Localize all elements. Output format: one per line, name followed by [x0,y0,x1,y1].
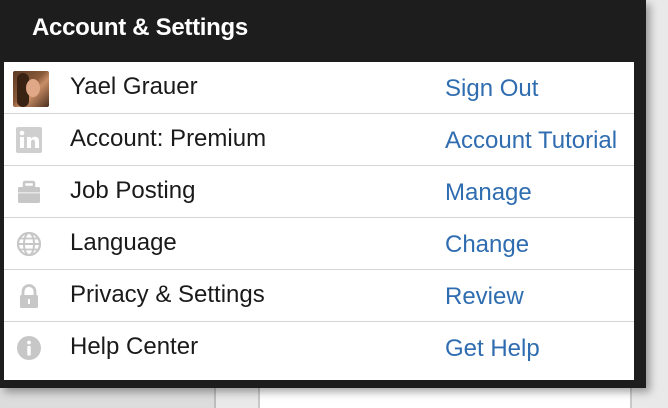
dropdown-menu: Yael Grauer Sign Out Account: Premium Ac… [4,62,634,380]
review-link[interactable]: Review [445,283,524,311]
menu-row-language: Language Change [4,218,634,270]
background-sidebar [0,388,214,408]
menu-row-job-posting: Job Posting Manage [4,166,634,218]
manage-link[interactable]: Manage [445,179,532,207]
help-center-label: Help Center [70,333,199,360]
globe-icon [16,231,42,257]
menu-row-privacy: Privacy & Settings Review [4,270,634,322]
background-divider [214,388,216,408]
account-type-label: Account: Premium [70,125,267,152]
lock-icon [16,283,42,309]
account-tutorial-link[interactable]: Account Tutorial [445,127,617,155]
job-posting-label: Job Posting [70,177,196,204]
info-icon [16,335,42,361]
dropdown-header: Account & Settings [0,0,646,62]
change-language-link[interactable]: Change [445,231,529,259]
background-divider [630,388,632,408]
briefcase-icon [16,179,42,205]
account-settings-dropdown: Account & Settings Yael Grauer Sign Out [0,0,646,388]
menu-row-help: Help Center Get Help [4,322,634,374]
privacy-settings-label: Privacy & Settings [70,281,265,308]
language-label: Language [70,229,177,256]
profile-name[interactable]: Yael Grauer [70,73,198,101]
linkedin-icon [16,127,42,153]
dropdown-title: Account & Settings [32,14,248,41]
sign-out-link[interactable]: Sign Out [445,75,538,103]
avatar[interactable] [13,71,49,107]
get-help-link[interactable]: Get Help [445,335,540,363]
background-content [260,388,630,408]
menu-row-profile: Yael Grauer Sign Out [4,62,634,114]
menu-row-account: Account: Premium Account Tutorial [4,114,634,166]
